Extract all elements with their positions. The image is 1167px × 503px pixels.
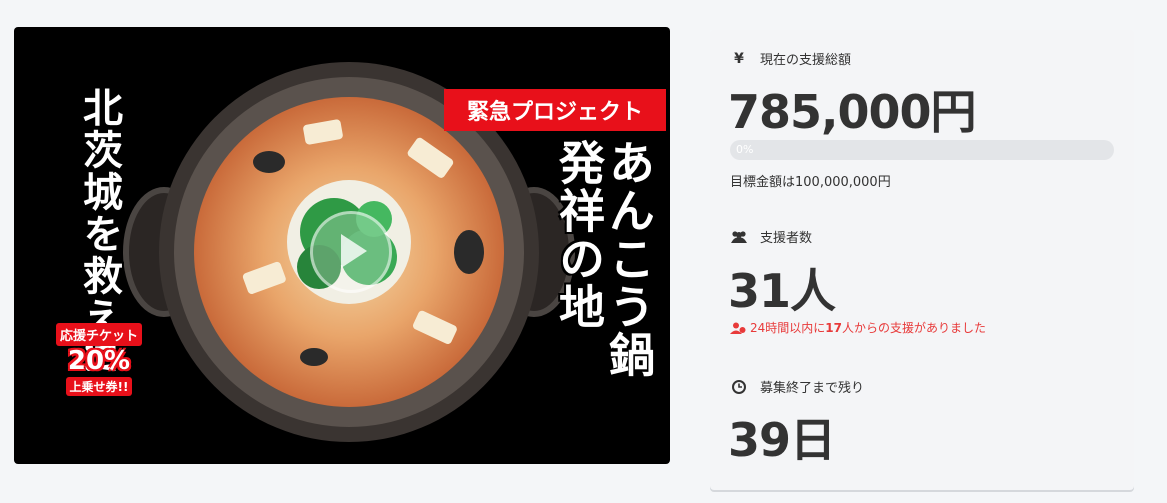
- supporters-header: 支援者数: [730, 227, 812, 246]
- supporters-label: 支援者数: [760, 231, 813, 246]
- user-plus-icon: [730, 322, 746, 334]
- supporters-count: 31人: [728, 264, 836, 318]
- clock-icon: [730, 379, 748, 394]
- recent-supporters-note: 24時間以内に 17 人からの支援がありました: [730, 319, 986, 336]
- ticket-badge: 応援チケット 20% 上乗せ券!!: [44, 323, 154, 399]
- remaining-days: 39日: [728, 413, 836, 467]
- hero-slogan-right: あんこう鍋 発祥の地: [552, 139, 656, 379]
- ticket-line2: 20%: [67, 346, 131, 376]
- ticket-line1: 応援チケット: [55, 323, 142, 346]
- ticket-line3: 上乗せ券!!: [65, 377, 133, 396]
- remaining-header: 募集終了まで残り: [730, 377, 864, 396]
- funding-progress-bar: 0%: [730, 140, 1114, 160]
- recent-suffix: 人からの支援がありました: [841, 321, 986, 335]
- recent-number: 17: [825, 320, 842, 335]
- progress-label: 0%: [736, 143, 754, 156]
- remaining-label: 募集終了まで残り: [760, 381, 865, 396]
- funding-goal: 目標金額は100,000,000円: [730, 175, 891, 190]
- users-icon: [730, 230, 748, 244]
- play-video-icon[interactable]: [310, 211, 392, 293]
- urgent-project-banner: 緊急プロジェクト: [444, 89, 666, 131]
- yen-icon: ¥: [734, 50, 744, 67]
- recent-prefix: 24時間以内に: [750, 321, 826, 335]
- funding-label: 現在の支援総額: [760, 53, 852, 68]
- project-stats-panel: ¥ 現在の支援総額 785,000円 0% 目標金額は100,000,000円 …: [710, 30, 1134, 490]
- project-hero-image[interactable]: 緊急プロジェクト 北茨城を救え!! あんこう鍋 発祥の地 応援チケット 20% …: [14, 27, 670, 464]
- funding-amount: 785,000円: [728, 85, 977, 139]
- funding-header: ¥ 現在の支援総額: [730, 49, 852, 69]
